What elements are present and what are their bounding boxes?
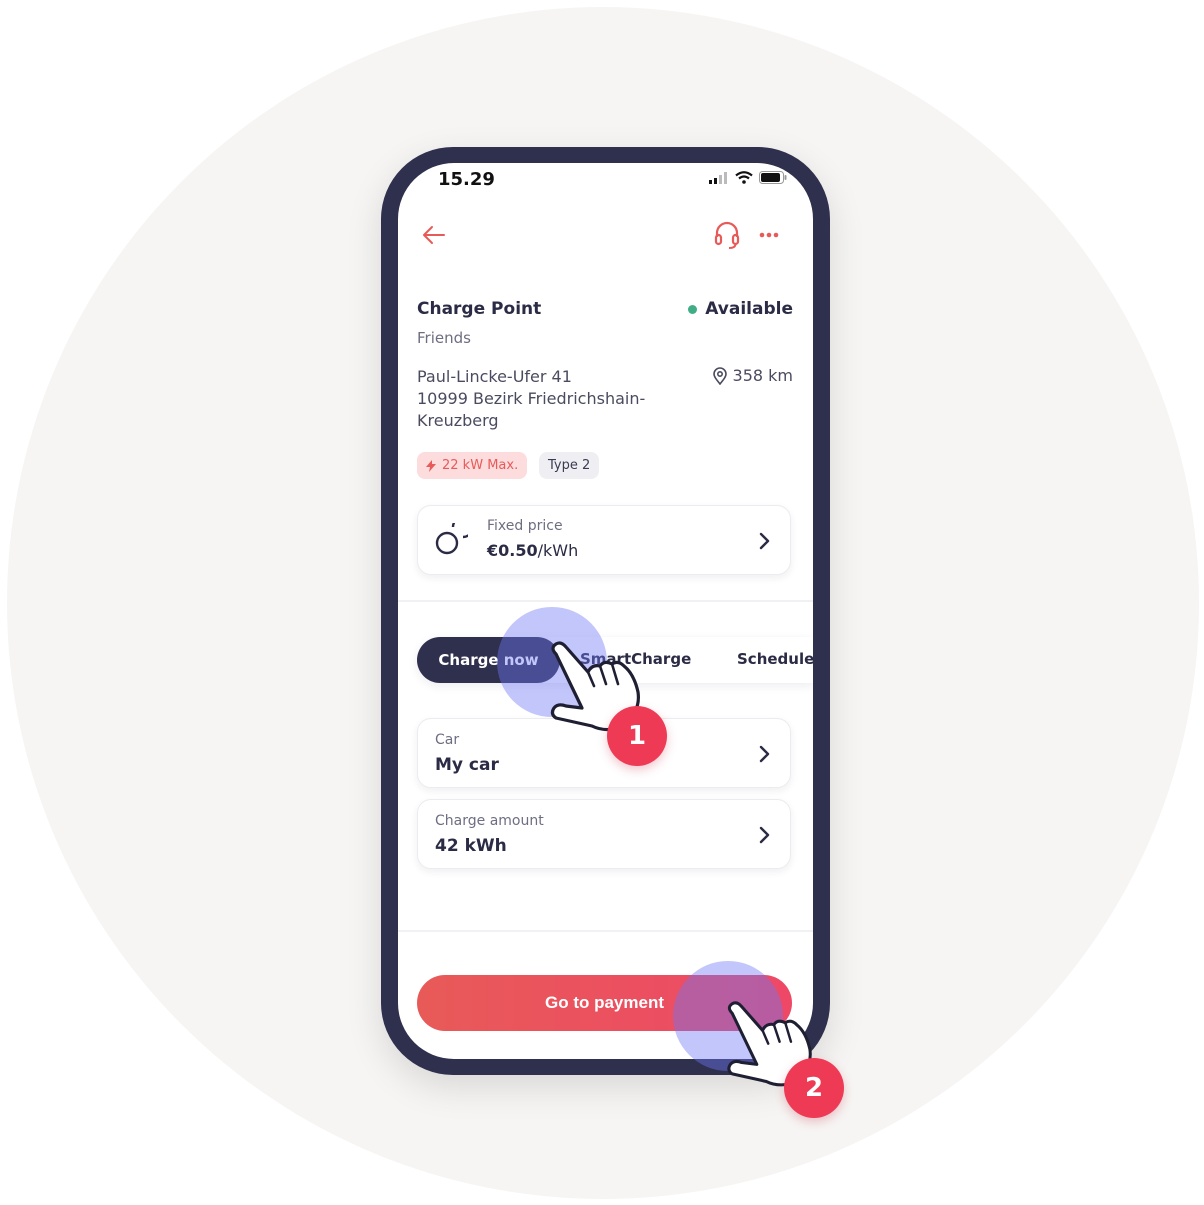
price-amount: €0.50 <box>487 541 538 560</box>
status-time: 15.29 <box>438 169 495 190</box>
chevron-right-icon <box>759 532 770 550</box>
step-badge-1: 1 <box>607 706 667 766</box>
footer-divider <box>398 930 813 932</box>
availability-status: Available <box>688 299 793 319</box>
charge-point-subtitle: Friends <box>417 329 471 347</box>
price-value: €0.50/kWh <box>487 541 578 560</box>
charge-amount-card[interactable]: Charge amount 42 kWh <box>417 799 791 869</box>
charge-amount-label: Charge amount <box>435 813 544 829</box>
section-divider <box>398 600 813 602</box>
address-line1: Paul-Lincke-Ufer 41 <box>417 367 572 386</box>
chevron-right-icon <box>759 826 770 844</box>
address-line2: 10999 Bezirk Friedrichshain-Kreuzberg <box>417 389 646 430</box>
charge-amount-value: 42 kWh <box>435 836 507 856</box>
price-unit: /kWh <box>537 541 579 560</box>
status-dot-icon <box>688 304 698 314</box>
signal-icon <box>709 171 727 184</box>
step-badge-2: 2 <box>784 1058 844 1118</box>
power-chip: 22 kW Max. <box>417 452 528 479</box>
connector-chip: Type 2 <box>539 452 600 479</box>
car-value: My car <box>435 755 499 775</box>
phone-screen: 15.29 Charge Point Available Friends Pau… <box>398 163 813 1059</box>
chevron-right-icon <box>759 745 770 763</box>
wifi-icon <box>735 171 753 184</box>
status-text: Available <box>705 299 793 319</box>
location-pin-icon <box>712 366 727 385</box>
headset-icon[interactable] <box>712 219 742 251</box>
charge-point-title: Charge Point <box>417 299 542 319</box>
lightning-icon <box>426 459 436 472</box>
price-card[interactable]: Fixed price €0.50/kWh <box>417 505 791 575</box>
tab-schedule[interactable]: Schedule <box>737 650 813 668</box>
power-chip-label: 22 kW Max. <box>442 458 519 473</box>
arrow-left-icon[interactable] <box>418 219 450 251</box>
coins-icon <box>435 523 468 555</box>
distance-text: 358 km <box>732 366 793 385</box>
address: Paul-Lincke-Ufer 41 10999 Bezirk Friedri… <box>417 366 667 432</box>
more-dots-icon[interactable] <box>756 219 784 251</box>
price-label: Fixed price <box>487 518 563 534</box>
distance: 358 km <box>712 366 793 385</box>
car-label: Car <box>435 732 460 748</box>
battery-icon <box>759 171 787 184</box>
status-icons <box>709 171 787 184</box>
